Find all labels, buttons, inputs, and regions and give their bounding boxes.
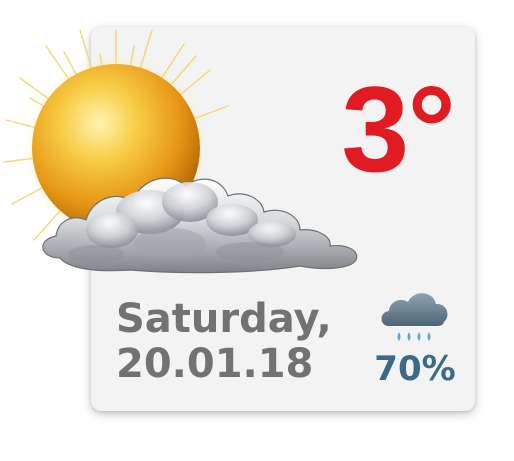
date-label: 20.01.18 [116,341,314,387]
temperature-value: 3° [341,61,456,197]
rain-cloud-icon [381,293,448,341]
precipitation-value: 70% [374,349,456,389]
sun-behind-cloud-icon [3,30,358,274]
rain-drops [397,332,431,341]
day-label: Saturday, [116,296,332,342]
weather-widget: 3° Saturday, 20.01.18 70% [0,0,514,461]
